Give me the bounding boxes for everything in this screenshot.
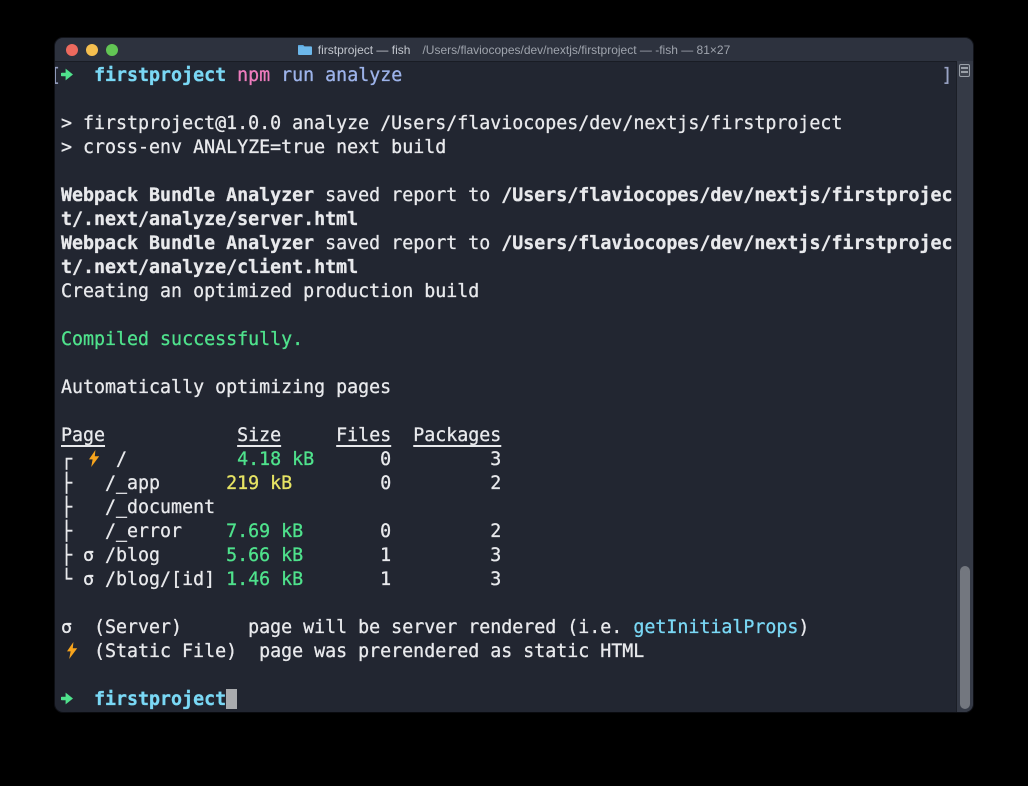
- text-segment: /: [105, 449, 237, 470]
- traffic-light-buttons: [66, 38, 118, 61]
- scrollbar-thumb[interactable]: [960, 566, 970, 709]
- terminal-line: [61, 592, 957, 616]
- text-segment: 1.46 kB: [226, 569, 303, 590]
- text-segment: saved report to: [314, 185, 501, 206]
- terminal-line: [61, 664, 957, 688]
- terminal-line: t/.next/analyze/client.html: [61, 256, 957, 280]
- shell-mark-left: [: [55, 64, 61, 88]
- text-segment: [281, 425, 336, 446]
- terminal-line: Compiled successfully.: [61, 328, 957, 352]
- text-segment: Packages: [413, 425, 501, 446]
- desktop-background: firstproject — fish /Users/flaviocopes/d…: [0, 0, 1028, 786]
- text-segment: /Users/flaviocopes/dev/nextjs/firstproje…: [501, 233, 952, 254]
- terminal-line: firstproject npm run analyze[]: [61, 64, 957, 88]
- terminal-line: firstproject: [61, 688, 957, 712]
- terminal-line: ┌ / 4.18 kB 0 3: [61, 448, 957, 472]
- text-segment: Size: [237, 425, 281, 446]
- terminal-line: Page Size Files Packages: [61, 424, 957, 448]
- text-segment: 4.18 kB: [237, 449, 314, 470]
- terminal-line: [61, 304, 957, 328]
- text-segment: npm: [237, 65, 270, 86]
- zoom-window-button[interactable]: [106, 44, 118, 56]
- lightning-icon: [61, 642, 83, 666]
- text-segment: Compiled successfully.: [61, 329, 303, 350]
- text-segment: 0 2: [303, 521, 501, 542]
- text-segment: > firstproject@1.0.0 analyze /Users/flav…: [61, 113, 842, 134]
- terminal-line: t/.next/analyze/server.html: [61, 208, 957, 232]
- text-segment: t/.next/analyze/server.html: [61, 209, 358, 230]
- text-segment: Automatically optimizing pages: [61, 377, 391, 398]
- scrollbar-track[interactable]: [956, 61, 973, 712]
- terminal-line: [61, 352, 957, 376]
- terminal-line: ├ σ /blog 5.66 kB 1 3: [61, 544, 957, 568]
- text-segment: 1 3: [303, 545, 501, 566]
- text-segment: > cross-env ANALYZE=true next build: [61, 137, 446, 158]
- text-segment: ├ /_document: [61, 497, 215, 518]
- text-segment: Creating an optimized production build: [61, 281, 479, 302]
- scrollback-marker-icon[interactable]: [959, 64, 970, 77]
- terminal-line: > cross-env ANALYZE=true next build: [61, 136, 957, 160]
- text-segment: /Users/flaviocopes/dev/nextjs/firstproje…: [501, 185, 952, 206]
- text-segment: ├ /_app: [61, 473, 226, 494]
- text-segment: t/.next/analyze/client.html: [61, 257, 358, 278]
- text-segment: [391, 425, 413, 446]
- minimize-window-button[interactable]: [86, 44, 98, 56]
- text-segment: ├ /_error: [61, 521, 226, 542]
- text-segment: [226, 65, 237, 86]
- terminal-line: [61, 88, 957, 112]
- text-segment: [105, 425, 237, 446]
- terminal-output[interactable]: firstproject npm run analyze[]> firstpro…: [55, 61, 957, 712]
- window-title: firstproject — fish /Users/flaviocopes/d…: [298, 43, 731, 57]
- text-segment: ├ σ /blog: [61, 545, 226, 566]
- text-segment: ): [798, 617, 809, 638]
- text-segment: └ σ /blog/[id]: [61, 569, 226, 590]
- terminal-cursor: [226, 689, 237, 709]
- text-segment: run analyze: [281, 65, 402, 86]
- text-segment: 1 3: [303, 569, 501, 590]
- text-segment: 5.66 kB: [226, 545, 303, 566]
- text-segment: getInitialProps: [633, 617, 798, 638]
- terminal-line: [61, 160, 957, 184]
- terminal-window: firstproject — fish /Users/flaviocopes/d…: [55, 38, 973, 712]
- close-window-button[interactable]: [66, 44, 78, 56]
- terminal-line: Webpack Bundle Analyzer saved report to …: [61, 184, 957, 208]
- text-segment: ┌: [61, 449, 83, 470]
- text-segment: σ (Server) page will be server rendered …: [61, 617, 633, 638]
- terminal-line: ├ /_document: [61, 496, 957, 520]
- lightning-icon: [83, 450, 105, 474]
- terminal-line: [61, 400, 957, 424]
- text-segment: 0 3: [314, 449, 501, 470]
- terminal-line: (Static File) page was prerendered as st…: [61, 640, 957, 664]
- text-segment: [72, 689, 94, 710]
- terminal-line: └ σ /blog/[id] 1.46 kB 1 3: [61, 568, 957, 592]
- terminal-line: Webpack Bundle Analyzer saved report to …: [61, 232, 957, 256]
- text-segment: Webpack Bundle Analyzer: [61, 233, 314, 254]
- text-segment: 0 2: [292, 473, 501, 494]
- terminal-line: > firstproject@1.0.0 analyze /Users/flav…: [61, 112, 957, 136]
- text-segment: Page: [61, 425, 105, 446]
- window-title-path: /Users/flaviocopes/dev/nextjs/firstproje…: [422, 43, 730, 57]
- folder-icon: [298, 44, 312, 55]
- terminal-line: Automatically optimizing pages: [61, 376, 957, 400]
- terminal-line: ├ /_app 219 kB 0 2: [61, 472, 957, 496]
- text-segment: firstproject: [94, 65, 226, 86]
- terminal-line: ├ /_error 7.69 kB 0 2: [61, 520, 957, 544]
- text-segment: Webpack Bundle Analyzer: [61, 185, 314, 206]
- terminal-line: σ (Server) page will be server rendered …: [61, 616, 957, 640]
- prompt-arrow-icon: [61, 65, 72, 89]
- prompt-arrow-icon: [61, 689, 72, 712]
- text-segment: 7.69 kB: [226, 521, 303, 542]
- window-titlebar[interactable]: firstproject — fish /Users/flaviocopes/d…: [55, 38, 973, 62]
- text-segment: [270, 65, 281, 86]
- window-title-text: firstproject — fish: [318, 43, 411, 57]
- text-segment: 219 kB: [226, 473, 292, 494]
- text-segment: (Static File) page was prerendered as st…: [83, 641, 644, 662]
- text-segment: [72, 65, 94, 86]
- text-segment: saved report to: [314, 233, 501, 254]
- shell-mark-right: ]: [941, 64, 952, 88]
- text-segment: Files: [336, 425, 391, 446]
- text-segment: firstproject: [94, 689, 226, 710]
- terminal-line: Creating an optimized production build: [61, 280, 957, 304]
